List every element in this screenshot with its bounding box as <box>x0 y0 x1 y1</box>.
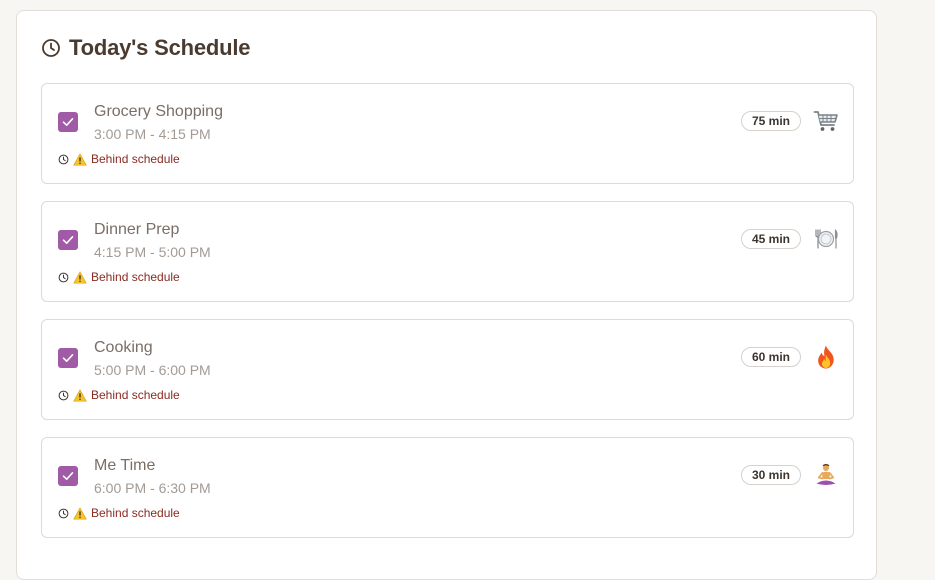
meditation-icon <box>813 462 839 488</box>
task-card: Grocery Shopping 3:00 PM - 4:15 PM Behin… <box>41 83 854 184</box>
checkmark-icon <box>62 236 74 244</box>
status-text: Behind schedule <box>91 388 180 402</box>
status-indicator: Behind schedule <box>58 152 180 166</box>
clock-icon <box>58 390 69 400</box>
checkmark-icon <box>62 354 74 362</box>
page-title: Today's Schedule <box>69 35 251 60</box>
schedule-header: Today's Schedule <box>41 35 251 61</box>
checkmark-icon <box>62 118 74 126</box>
duration-badge: 45 min <box>740 229 801 249</box>
checkmark-icon <box>62 472 74 480</box>
status-text: Behind schedule <box>91 506 180 520</box>
task-title: Cooking <box>94 339 153 356</box>
warning-icon <box>73 389 87 401</box>
task-title: Me Time <box>94 457 156 474</box>
clock-icon <box>42 39 60 57</box>
task-checkbox[interactable] <box>58 466 78 486</box>
duration-badge: 30 min <box>740 465 801 485</box>
status-indicator: Behind schedule <box>58 270 180 284</box>
task-title: Grocery Shopping <box>94 103 223 120</box>
status-indicator: Behind schedule <box>58 506 180 520</box>
task-time: 6:00 PM - 6:30 PM <box>94 480 211 496</box>
warning-icon <box>73 271 87 283</box>
clock-icon <box>58 272 69 282</box>
task-card: Dinner Prep 4:15 PM - 5:00 PM Behind sch… <box>41 201 854 302</box>
clock-icon <box>58 508 69 518</box>
status-text: Behind schedule <box>91 270 180 284</box>
task-card: Cooking 5:00 PM - 6:00 PM Behind schedul… <box>41 319 854 420</box>
task-checkbox[interactable] <box>58 112 78 132</box>
duration-badge: 60 min <box>740 347 801 367</box>
task-time: 3:00 PM - 4:15 PM <box>94 126 211 142</box>
clock-icon <box>58 154 69 164</box>
status-indicator: Behind schedule <box>58 388 180 402</box>
task-title: Dinner Prep <box>94 221 180 238</box>
plate-cutlery-icon <box>813 226 839 252</box>
shopping-cart-icon <box>813 108 839 134</box>
fire-icon <box>813 344 839 370</box>
status-text: Behind schedule <box>91 152 180 166</box>
schedule-panel: Today's Schedule Grocery Shopping 3:00 P… <box>16 10 877 580</box>
task-checkbox[interactable] <box>58 230 78 250</box>
duration-badge: 75 min <box>740 111 801 131</box>
task-checkbox[interactable] <box>58 348 78 368</box>
warning-icon <box>73 507 87 519</box>
task-time: 4:15 PM - 5:00 PM <box>94 244 211 260</box>
task-card: Me Time 6:00 PM - 6:30 PM Behind schedul… <box>41 437 854 538</box>
task-time: 5:00 PM - 6:00 PM <box>94 362 211 378</box>
warning-icon <box>73 153 87 165</box>
